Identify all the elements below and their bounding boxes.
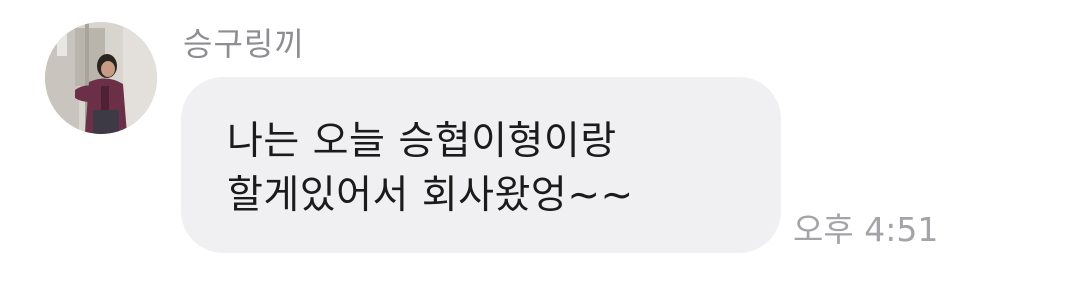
message-text-line-1: 나는 오늘 승협이형이랑 (227, 119, 617, 164)
profile-photo-icon (45, 22, 157, 134)
message-timestamp: 오후 4:51 (793, 210, 939, 249)
sender-name: 승구링끼 (183, 25, 305, 63)
incoming-message-row: 승구링끼 나는 오늘 승협이형이랑 할게있어서 회사왔엉~~ 오후 4:51 (0, 0, 1080, 293)
message-text-line-2: 할게있어서 회사왔엉~~ (227, 173, 634, 218)
sender-avatar[interactable] (45, 22, 157, 134)
message-bubble[interactable]: 나는 오늘 승협이형이랑 할게있어서 회사왔엉~~ (181, 77, 781, 253)
